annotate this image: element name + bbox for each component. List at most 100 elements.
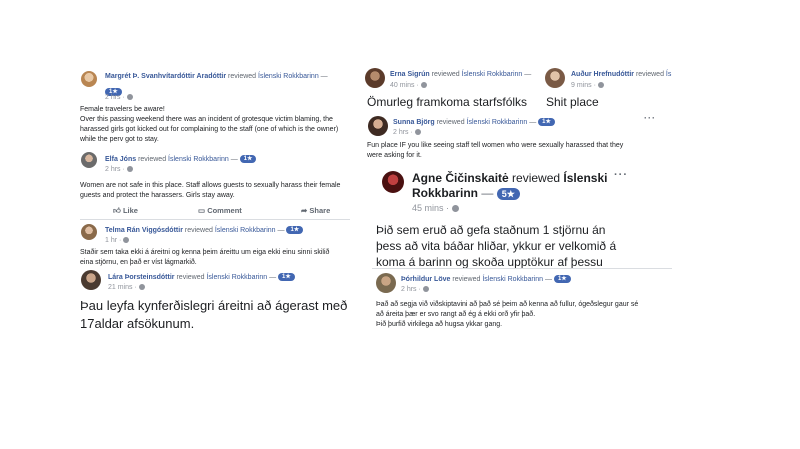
dash: —	[524, 71, 532, 78]
share-button[interactable]: ➦ Share	[301, 206, 330, 215]
author-name[interactable]: Agne Čičinskaitė	[412, 171, 509, 185]
review-text-line: Over this passing weekend there was an i…	[80, 116, 333, 123]
review-text-line: Female travelers be aware!	[80, 106, 165, 113]
page-link[interactable]: Ís	[666, 71, 671, 78]
timestamp[interactable]: 1 hr	[105, 237, 117, 244]
avatar-margret[interactable]	[81, 71, 97, 87]
like-label: Like	[122, 206, 138, 215]
comment-icon: ▭	[198, 206, 206, 215]
reviewed-text: reviewed	[512, 171, 561, 185]
page-link[interactable]: Íslenski Rokkbarinn	[467, 119, 528, 126]
rating-badge: 1★	[239, 155, 257, 164]
author-name[interactable]: Þórhildur Löve	[401, 276, 450, 283]
timestamp[interactable]: 2 hrs	[393, 129, 409, 136]
review-text-line: Það að segja við viðskiptavini að það sé…	[376, 301, 639, 308]
like-button[interactable]: 👍︎ Like	[113, 206, 138, 216]
rating-badge: 1★	[286, 226, 304, 235]
timestamp[interactable]: 21 mins	[108, 284, 133, 291]
dash: —	[269, 274, 277, 281]
avatar-elfa[interactable]	[81, 152, 97, 168]
page-link[interactable]: Íslenski Rokkbarinn	[215, 227, 276, 234]
review-text-line: were asking for it.	[367, 152, 422, 159]
page-link[interactable]: Íslenski Rokkbarinn	[258, 73, 319, 80]
rating-badge: 1★	[538, 118, 555, 127]
more-options-icon[interactable]: ···	[614, 169, 628, 181]
globe-icon	[123, 237, 130, 244]
page-link[interactable]: Íslenski Rokkbarinn	[482, 276, 543, 283]
avatar-thorhildur[interactable]	[376, 273, 396, 293]
review-text-line: guests and protect the harassers. Girls …	[80, 192, 235, 199]
reviewed-text: reviewed	[228, 73, 257, 80]
reviewed-text: reviewed	[452, 276, 481, 283]
review-text-line: Women are not safe in this place. Staff …	[80, 182, 341, 189]
review-text-line: Þið sem eruð að gefa staðnum 1 stjörnu á…	[376, 223, 606, 237]
review-text-line: while the perv got to stay.	[80, 136, 159, 143]
page-link[interactable]: Íslenski Rokkbarinn	[168, 156, 229, 163]
like-icon: 👍︎	[113, 206, 121, 215]
rating-badge: 1★	[553, 275, 571, 284]
divider	[372, 268, 672, 269]
timestamp[interactable]: 2 hrs	[105, 166, 121, 173]
globe-icon	[126, 94, 133, 101]
author-name[interactable]: Erna Sigrún	[390, 71, 430, 78]
timestamp[interactable]: 9 mins	[571, 82, 592, 89]
dash: —	[529, 119, 537, 126]
review-text-line: Fun place IF you like seeing staff tell …	[367, 142, 624, 149]
avatar-agne[interactable]	[382, 171, 404, 193]
dash: —	[544, 276, 552, 283]
review-text: Shit place	[546, 95, 599, 109]
page-link[interactable]: Íslenski Rokkbarinn	[206, 274, 267, 281]
dash: —	[230, 156, 238, 163]
more-options-icon[interactable]: ···	[644, 113, 656, 123]
reviewed-text: reviewed	[431, 71, 460, 78]
author-name[interactable]: Sunna Björg	[393, 119, 435, 126]
divider	[80, 219, 350, 220]
globe-icon	[126, 166, 133, 173]
globe-icon	[420, 82, 427, 89]
author-name[interactable]: Lára Þorsteinsdóttir	[108, 274, 175, 281]
reviewed-text: reviewed	[138, 156, 167, 163]
rating-badge: 1★	[278, 273, 295, 282]
comment-button[interactable]: ▭ Comment	[198, 206, 242, 215]
rating-badge: 5★	[496, 187, 520, 200]
timestamp[interactable]: 45 mins	[412, 203, 444, 213]
share-label: Share	[309, 206, 331, 215]
share-icon: ➦	[301, 206, 308, 215]
author-name[interactable]: Margrét Þ. Svanhvítardóttir Aradóttir	[105, 73, 226, 80]
reviewed-text: reviewed	[436, 119, 465, 126]
globe-icon	[422, 286, 429, 293]
review-text: Ömurleg framkoma starfsfólks	[367, 95, 528, 109]
review-text-line: Þau leyfa kynferðislegri áreitni að áger…	[80, 298, 348, 313]
page-link[interactable]: Rokkbarinn	[412, 186, 478, 200]
reviewed-text: reviewed	[635, 71, 664, 78]
avatar-erna[interactable]	[365, 68, 385, 88]
dash: —	[320, 73, 328, 80]
globe-icon	[138, 284, 145, 291]
timestamp[interactable]: 2 hrs	[401, 286, 417, 293]
avatar-sunna[interactable]	[368, 116, 388, 136]
comment-label: Comment	[207, 206, 242, 215]
review-text-line: að áreita þær er svo rangt að ég á ekki …	[376, 311, 536, 318]
globe-icon	[597, 82, 604, 89]
reviewed-text: reviewed	[176, 274, 205, 281]
avatar-telma[interactable]	[81, 224, 97, 240]
globe-icon	[414, 129, 421, 136]
review-text-line: Staðir sem taka ekki á áreitni og kenna …	[80, 249, 330, 256]
author-name[interactable]: Auður Hrefnudóttir	[571, 71, 634, 78]
review-text-line: þess að vita báðar hliðar, ykkur er velk…	[376, 239, 617, 253]
reviewed-text: reviewed	[184, 227, 213, 234]
avatar-lara[interactable]	[81, 270, 101, 290]
timestamp[interactable]: 40 mins	[390, 82, 415, 89]
author-name[interactable]: Elfa Jóns	[105, 156, 136, 163]
page-link[interactable]: Íslenski Rokkbarinn	[462, 71, 523, 78]
globe-icon	[451, 205, 459, 213]
review-text-line: eina stjörnu, en það er víst lágmarkið.	[80, 259, 197, 266]
dash: —	[277, 227, 285, 234]
page-link[interactable]: Íslenski	[563, 171, 607, 185]
dash: —	[481, 186, 494, 200]
author-name[interactable]: Telma Rán Viggósdóttir	[105, 227, 183, 234]
avatar-audur[interactable]	[545, 68, 565, 88]
review-text-line: 17aldar afsökunum.	[80, 316, 195, 331]
timestamp[interactable]: 2 hrs	[105, 94, 121, 101]
review-text-line: harassed girls got kicked out for compla…	[80, 126, 339, 133]
